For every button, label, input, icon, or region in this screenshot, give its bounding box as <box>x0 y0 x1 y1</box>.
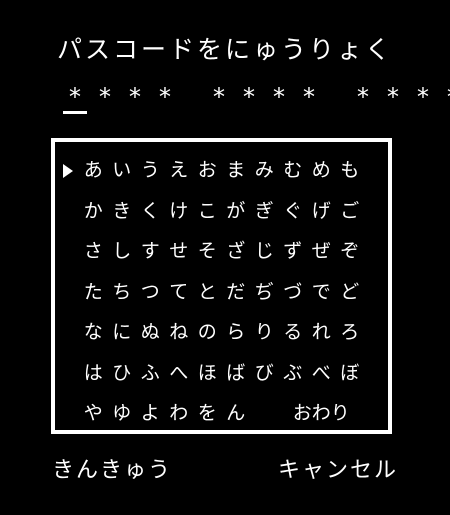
char-key[interactable]: よ <box>136 393 165 434</box>
char-key[interactable]: ろ <box>336 312 365 353</box>
char-key[interactable]: ぞ <box>336 231 365 272</box>
char-key[interactable]: も <box>336 150 365 191</box>
character-grid-frame: あいうえおまみむめもかきくけこがぎぐげごさしすせそざじずぜぞたちつてとだぢづでど… <box>51 138 392 434</box>
char-key[interactable]: ぜ <box>307 231 336 272</box>
char-key[interactable]: し <box>108 231 137 272</box>
char-key[interactable]: ぐ <box>279 191 308 232</box>
char-key[interactable]: は <box>79 353 108 394</box>
character-grid: あいうえおまみむめもかきくけこがぎぐげごさしすせそざじずぜぞたちつてとだぢづでど… <box>79 150 364 434</box>
char-key[interactable]: え <box>165 150 194 191</box>
char-key[interactable]: そ <box>193 231 222 272</box>
char-key[interactable]: れ <box>307 312 336 353</box>
password-char: * <box>301 83 317 111</box>
password-group-3: * * * * <box>348 82 450 114</box>
char-key[interactable]: ざ <box>222 231 251 272</box>
password-group-1: * * * * <box>60 82 180 114</box>
char-key[interactable]: ふ <box>136 353 165 394</box>
char-key[interactable]: を <box>193 393 222 434</box>
char-key[interactable]: る <box>279 312 308 353</box>
char-key[interactable]: ぎ <box>250 191 279 232</box>
char-key[interactable]: ご <box>336 191 365 232</box>
password-char: * <box>271 83 287 111</box>
char-key[interactable]: づ <box>279 272 308 313</box>
char-key[interactable]: お <box>193 150 222 191</box>
password-char: * <box>157 83 173 111</box>
selection-cursor-icon <box>63 164 73 178</box>
password-char: * <box>355 83 371 111</box>
char-key[interactable]: ず <box>279 231 308 272</box>
char-key[interactable]: び <box>250 353 279 394</box>
char-key[interactable]: り <box>250 312 279 353</box>
password-display: * * * * * * * * * * * * <box>60 82 450 114</box>
char-key[interactable]: み <box>250 150 279 191</box>
cancel-button[interactable]: キャンセル <box>278 452 398 484</box>
char-key[interactable]: た <box>79 272 108 313</box>
password-char: * <box>211 83 227 111</box>
char-key[interactable]: く <box>136 191 165 232</box>
char-key[interactable]: ま <box>222 150 251 191</box>
char-key[interactable]: で <box>307 272 336 313</box>
password-char: * <box>241 83 257 111</box>
char-key[interactable]: か <box>79 191 108 232</box>
char-key[interactable]: や <box>79 393 108 434</box>
char-key[interactable]: へ <box>165 353 194 394</box>
char-key[interactable]: て <box>165 272 194 313</box>
password-group-2: * * * * <box>204 82 324 114</box>
emergency-button[interactable]: きんきゅう <box>52 452 172 484</box>
char-key[interactable]: と <box>193 272 222 313</box>
char-key[interactable]: さ <box>79 231 108 272</box>
char-key[interactable]: ね <box>165 312 194 353</box>
char-key[interactable]: の <box>193 312 222 353</box>
password-char: * <box>415 83 431 111</box>
char-key[interactable]: け <box>165 191 194 232</box>
char-key[interactable]: つ <box>136 272 165 313</box>
char-key[interactable]: こ <box>193 191 222 232</box>
char-key[interactable]: じ <box>250 231 279 272</box>
char-key[interactable]: ぶ <box>279 353 308 394</box>
char-key[interactable]: き <box>108 191 137 232</box>
char-key[interactable]: ぢ <box>250 272 279 313</box>
char-key[interactable]: ひ <box>108 353 137 394</box>
char-key[interactable]: む <box>279 150 308 191</box>
end-key[interactable]: おわり <box>279 393 365 434</box>
char-key[interactable]: ど <box>336 272 365 313</box>
page-title: パスコードをにゅうりょく <box>56 35 393 64</box>
password-char: * <box>127 83 143 111</box>
char-key[interactable]: ぼ <box>336 353 365 394</box>
password-char: * <box>97 83 113 111</box>
char-key[interactable]: ち <box>108 272 137 313</box>
char-key[interactable]: め <box>307 150 336 191</box>
char-key[interactable]: ほ <box>193 353 222 394</box>
char-key[interactable]: あ <box>79 150 108 191</box>
char-key[interactable]: い <box>108 150 137 191</box>
char-key[interactable]: ら <box>222 312 251 353</box>
char-key[interactable]: わ <box>165 393 194 434</box>
password-char: * <box>438 82 450 114</box>
char-key[interactable]: ん <box>222 393 251 434</box>
password-char: * <box>60 82 90 114</box>
char-key[interactable]: せ <box>165 231 194 272</box>
char-key[interactable]: に <box>108 312 137 353</box>
char-key[interactable]: ぬ <box>136 312 165 353</box>
char-key[interactable]: す <box>136 231 165 272</box>
char-key[interactable]: べ <box>307 353 336 394</box>
password-char: * <box>385 83 401 111</box>
char-key[interactable]: う <box>136 150 165 191</box>
char-key[interactable]: ゆ <box>108 393 137 434</box>
char-key[interactable]: が <box>222 191 251 232</box>
char-key[interactable]: げ <box>307 191 336 232</box>
char-key[interactable]: だ <box>222 272 251 313</box>
char-key[interactable]: ば <box>222 353 251 394</box>
char-key[interactable]: な <box>79 312 108 353</box>
